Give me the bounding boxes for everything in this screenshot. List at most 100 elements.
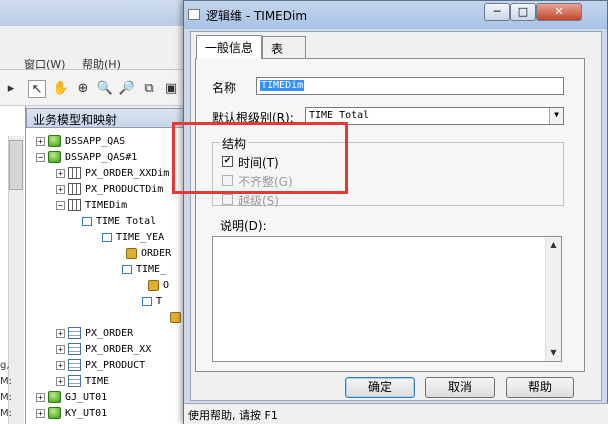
tree-node[interactable]: O — [148, 278, 169, 294]
scroll-thumb[interactable] — [9, 140, 23, 190]
tree-node[interactable]: + KY_UT01 — [36, 406, 107, 422]
description-textarea[interactable]: ▲ ▼ — [212, 236, 562, 362]
tab-general[interactable]: 一般信息 — [196, 35, 262, 59]
scroll-down-icon[interactable]: ▼ — [546, 345, 561, 361]
tree-node[interactable]: TIME_ — [122, 262, 166, 278]
key-icon — [126, 247, 137, 259]
layout-tool-icon[interactable]: ⧉ — [140, 80, 158, 98]
left-pane-text: M: — [0, 392, 12, 403]
maximize-icon: □ — [517, 5, 529, 18]
cancel-button[interactable]: 取消 — [425, 377, 495, 398]
left-pane-text: M: — [0, 408, 12, 419]
dialog-title: 逻辑维 - TIMEDim — [206, 9, 308, 23]
collapse-icon[interactable]: − — [56, 200, 65, 210]
database-icon — [48, 407, 61, 419]
tree-node[interactable]: + PX_ORDER_XX — [56, 342, 151, 358]
expand-icon[interactable]: + — [36, 136, 45, 146]
dimension-icon — [68, 199, 81, 211]
tree-node-label: PX_ORDER_XXDim — [85, 168, 170, 179]
pan-tool-icon[interactable]: ✋ — [52, 80, 70, 98]
ok-button[interactable]: 确定 — [345, 377, 415, 398]
tree-node-label: DSSAPP_QAS — [65, 136, 126, 147]
left-pane-text: M: — [0, 376, 12, 387]
expand-icon[interactable]: + — [56, 184, 65, 194]
chevron-down-icon[interactable]: ▼ — [549, 108, 563, 124]
description-scrollbar[interactable]: ▲ ▼ — [545, 237, 561, 361]
fit-tool-icon[interactable]: ⊕ — [74, 80, 92, 98]
description-label: 说明(D): — [220, 219, 267, 233]
close-button[interactable]: ✕ — [536, 3, 582, 21]
skip-level-checkbox-label[interactable]: 越级(S) — [238, 192, 279, 209]
tree-node-label: ORDER — [141, 248, 172, 259]
tree-node[interactable]: + DSSAPP_QAS — [36, 134, 125, 150]
name-label: 名称 — [212, 81, 237, 95]
tree-node[interactable]: + PX_ORDER_XXDim — [56, 166, 169, 182]
level-icon — [142, 296, 152, 306]
zoom-out-icon[interactable]: 🔎 — [118, 80, 136, 98]
expand-icon[interactable]: + — [36, 392, 45, 402]
skip-level-checkbox[interactable] — [222, 194, 233, 205]
tree-node[interactable]: + TIME — [56, 374, 109, 390]
expand-icon[interactable]: + — [56, 344, 65, 354]
tree-node-label: T — [156, 296, 163, 307]
database-icon — [48, 391, 61, 403]
minimize-icon: ─ — [493, 5, 501, 18]
dimension-icon — [68, 183, 81, 195]
tree-node[interactable]: − TIMEDim — [56, 198, 127, 214]
help-button[interactable]: 帮助 — [506, 377, 574, 398]
tree-node[interactable]: + PX_PRODUCTDim — [56, 182, 163, 198]
tree-node-label: GJ_UT01 — [65, 392, 108, 403]
model-tree: + DSSAPP_QAS − DSSAPP_QAS#1 + PX_ORDER_XXDi… — [26, 128, 190, 424]
pointer-tool-icon[interactable]: ↖ — [28, 80, 46, 98]
dimension-icon — [68, 167, 81, 179]
panel-title: 业务模型和映射 — [26, 108, 190, 128]
table-icon — [68, 343, 81, 355]
table-icon — [68, 359, 81, 371]
level-icon — [102, 232, 112, 242]
tree-node-label: PX_PRODUCT — [85, 360, 146, 371]
default-level-value: TIME Total — [309, 110, 370, 121]
scroll-up-icon[interactable]: ▲ — [546, 237, 561, 253]
tree-node[interactable]: TIME Total — [82, 214, 156, 230]
zoom-in-icon[interactable]: 🔍 — [96, 80, 114, 98]
table-icon — [68, 327, 81, 339]
expand-icon[interactable]: + — [56, 168, 65, 178]
tree-node[interactable]: TIME_YEA — [102, 230, 164, 246]
window-icon — [188, 9, 200, 20]
tree-node[interactable]: ORDER — [126, 246, 171, 262]
database-icon — [48, 151, 61, 163]
tree-node-label: TIME — [85, 376, 110, 387]
tree-node-label: DSSAPP_QAS#1 — [65, 152, 138, 163]
expand-icon[interactable]: + — [36, 408, 45, 418]
expand-icon[interactable]: + — [56, 360, 65, 370]
expand-icon[interactable]: + — [56, 376, 65, 386]
level-icon — [122, 264, 132, 274]
table-icon — [68, 375, 81, 387]
expand-icon[interactable]: + — [56, 328, 65, 338]
tree-node-label: TIME_ — [136, 264, 167, 275]
left-pane-text: g, — [0, 360, 10, 371]
tree-node-label: KY_UT01 — [65, 408, 108, 419]
tree-node-label: PX_ORDER_XX — [85, 344, 152, 355]
tree-node[interactable]: − DSSAPP_QAS#1 — [36, 150, 137, 166]
tree-node[interactable]: + PX_ORDER — [56, 326, 133, 342]
tree-node[interactable]: T — [142, 294, 162, 310]
tree-node[interactable]: + PX_PRODUCT — [56, 358, 145, 374]
tab-table[interactable]: 表 — [262, 36, 306, 58]
tree-node-label: TIME_YEA — [116, 232, 165, 243]
collapse-icon[interactable]: − — [36, 152, 45, 162]
arrange-tool-icon[interactable]: ▣ — [162, 80, 180, 98]
highlight-annotation — [172, 122, 348, 194]
toolbar-edge-icon[interactable]: ▸ — [2, 80, 20, 98]
level-icon — [82, 216, 92, 226]
tree-node-label: PX_PRODUCTDim — [85, 184, 164, 195]
name-input[interactable]: TIMEDim — [256, 77, 564, 95]
minimize-button[interactable]: ─ — [484, 3, 510, 21]
tree-node-label: TIMEDim — [85, 200, 128, 211]
key-icon — [148, 279, 159, 291]
tree-node[interactable]: + GJ_UT01 — [36, 390, 107, 406]
maximize-button[interactable]: □ — [510, 3, 536, 21]
status-bar: 使用帮助, 请按 F1 — [184, 403, 608, 424]
database-icon — [48, 135, 61, 147]
tree-node-label: PX_ORDER — [85, 328, 134, 339]
